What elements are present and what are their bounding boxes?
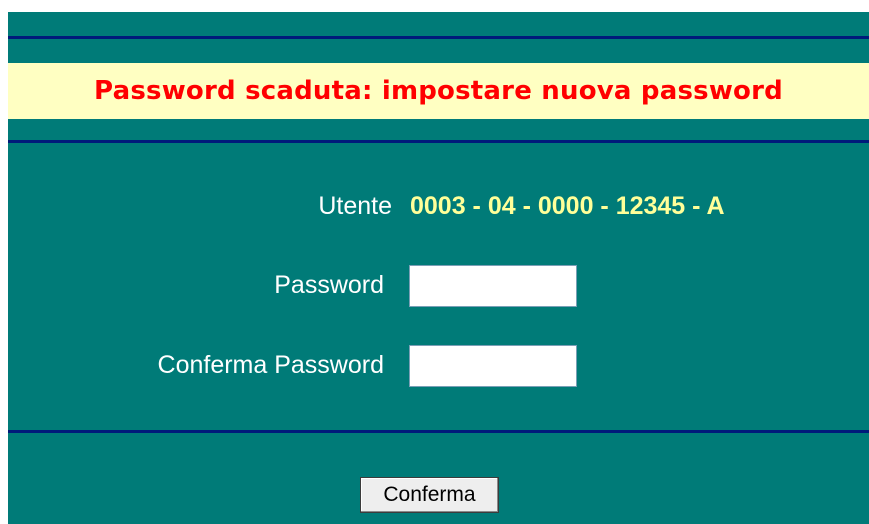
- banner-message: Password scaduta: impostare nuova passwo…: [94, 76, 783, 106]
- confirm-password-label: Conferma Password: [157, 351, 384, 379]
- banner-divider: [8, 140, 869, 143]
- user-label: Utente: [318, 192, 392, 220]
- bottom-divider: [8, 430, 869, 433]
- expired-password-banner: Password scaduta: impostare nuova passwo…: [8, 63, 869, 119]
- password-label: Password: [274, 271, 384, 299]
- password-input[interactable]: [409, 265, 577, 307]
- confirm-password-input[interactable]: [409, 345, 577, 387]
- top-divider: [8, 36, 869, 39]
- user-id-value: 0003 - 04 - 0000 - 12345 - A: [410, 192, 725, 220]
- confirm-button[interactable]: Conferma: [360, 477, 499, 513]
